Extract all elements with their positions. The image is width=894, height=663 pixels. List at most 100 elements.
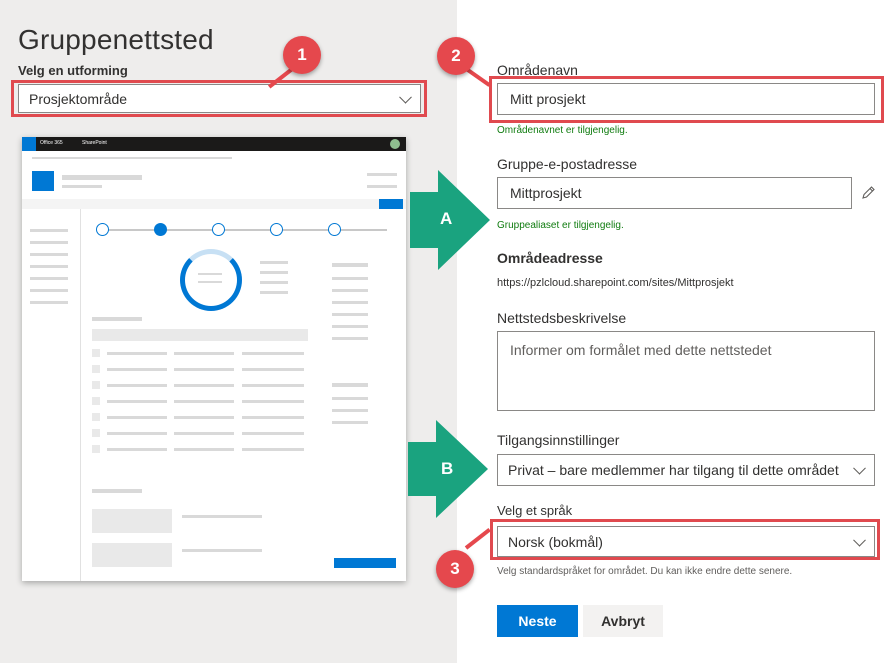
privacy-select[interactable]: Privat – bare medlemmer har tilgang til … — [497, 454, 875, 486]
preview-row-6-a — [107, 432, 167, 435]
preview-row-4-c — [242, 400, 304, 403]
preview-row-5-a — [107, 416, 167, 419]
preview-row-1-check — [92, 349, 100, 357]
language-hint: Velg standardspråket for området. Du kan… — [497, 566, 793, 577]
design-label: Velg en utforming — [18, 63, 128, 78]
preview-nav-1 — [30, 229, 68, 232]
description-textarea[interactable]: Informer om formålet med dette nettstede… — [497, 331, 875, 411]
preview-side-5 — [332, 325, 368, 328]
group-email-label: Gruppe-e-postadresse — [497, 156, 638, 172]
preview-follow — [367, 173, 397, 176]
preview-nav-5 — [30, 277, 68, 280]
preview-activity-text-1 — [182, 515, 262, 518]
preview-stepper-line — [102, 229, 387, 231]
preview-nav-line — [32, 157, 232, 159]
cancel-button[interactable]: Avbryt — [583, 605, 663, 637]
preview-table-header — [92, 329, 308, 341]
preview-donut-label-2 — [198, 281, 222, 283]
preview-row-3-b — [174, 384, 234, 387]
preview-row-5-c — [242, 416, 304, 419]
site-address-label: Områdeadresse — [497, 250, 603, 266]
pencil-icon[interactable] — [861, 185, 876, 200]
preview-donut — [180, 249, 242, 311]
annotation-badge-1: 1 — [283, 36, 321, 74]
preview-step-1 — [96, 223, 109, 236]
preview-side-3 — [332, 301, 368, 304]
preview-row-6-c — [242, 432, 304, 435]
preview-step-2 — [154, 223, 167, 236]
group-email-input[interactable]: Mittprosjekt — [497, 177, 852, 209]
preview-side-2 — [332, 289, 368, 292]
preview-activity-card-1 — [92, 509, 172, 533]
highlight-box-design — [11, 80, 427, 117]
avatar — [390, 139, 400, 149]
preview-new-button — [379, 199, 403, 209]
preview-side-1 — [332, 277, 368, 280]
privacy-select-value: Privat – bare medlemmer har tilgang til … — [508, 462, 839, 478]
preview-step-3 — [212, 223, 225, 236]
preview-row-7-b — [174, 448, 234, 451]
preview-row-5-b — [174, 416, 234, 419]
preview-legend-3 — [260, 281, 288, 284]
preview-site-sub — [62, 185, 102, 188]
preview-legend-2 — [260, 271, 288, 274]
page-title: Gruppenettsted — [18, 24, 214, 55]
preview-office-label: Office 365 — [40, 140, 63, 146]
preview-nav-4 — [30, 265, 68, 268]
highlight-box-language — [490, 519, 880, 560]
description-label: Nettstedsbeskrivelse — [497, 310, 627, 326]
preview-row-6-check — [92, 429, 100, 437]
arrow-a-label: A — [440, 209, 453, 228]
privacy-label: Tilgangsinnstillinger — [497, 432, 620, 448]
preview-nav-7 — [30, 301, 68, 304]
preview-nav-6 — [30, 289, 68, 292]
preview-row-5-check — [92, 413, 100, 421]
annotation-badge-3: 3 — [436, 550, 474, 588]
template-preview: Office 365 SharePoint — [22, 137, 406, 581]
site-address-value: https://pzlcloud.sharepoint.com/sites/Mi… — [497, 277, 734, 289]
preview-row-7-check — [92, 445, 100, 453]
preview-side-8 — [332, 409, 368, 412]
preview-activity-title — [92, 489, 142, 493]
arrow-b-label: B — [441, 459, 454, 478]
preview-share — [367, 185, 397, 188]
preview-row-1-c — [242, 352, 304, 355]
highlight-box-site-name — [489, 76, 884, 123]
chevron-down-icon — [853, 461, 866, 475]
preview-side-head-2 — [332, 383, 368, 387]
preview-row-3-check — [92, 381, 100, 389]
description-placeholder: Informer om formålet med dette nettstede… — [510, 342, 772, 358]
group-email-hint: Gruppealiaset er tilgjengelig. — [497, 220, 624, 231]
preview-sharepoint-label: SharePoint — [82, 140, 107, 146]
preview-side-head — [332, 263, 368, 267]
preview-table-title — [92, 317, 142, 321]
preview-row-4-check — [92, 397, 100, 405]
preview-side-6 — [332, 337, 368, 340]
preview-row-4-b — [174, 400, 234, 403]
preview-suite-bar: Office 365 SharePoint — [22, 137, 406, 151]
preview-nav-3 — [30, 253, 68, 256]
preview-row-3-c — [242, 384, 304, 387]
preview-row-1-b — [174, 352, 234, 355]
language-label: Velg et språk — [497, 503, 573, 518]
preview-site-title — [62, 175, 142, 180]
preview-row-2-check — [92, 365, 100, 373]
preview-row-2-a — [107, 368, 167, 371]
preview-divider — [80, 209, 81, 581]
preview-row-1-a — [107, 352, 167, 355]
site-name-hint: Områdenavnet er tilgjengelig. — [497, 125, 628, 136]
preview-command-bar — [22, 199, 406, 209]
preview-row-4-a — [107, 400, 167, 403]
preview-row-2-b — [174, 368, 234, 371]
preview-side-9 — [332, 421, 368, 424]
next-button[interactable]: Neste — [497, 605, 578, 637]
preview-donut-label — [198, 273, 222, 275]
preview-row-7-a — [107, 448, 167, 451]
preview-row-2-c — [242, 368, 304, 371]
preview-nav-2 — [30, 241, 68, 244]
preview-side-7 — [332, 397, 368, 400]
preview-activity-text-2 — [182, 549, 262, 552]
group-email-value: Mittprosjekt — [510, 185, 582, 201]
preview-legend-4 — [260, 291, 288, 294]
preview-site-logo — [32, 171, 54, 191]
